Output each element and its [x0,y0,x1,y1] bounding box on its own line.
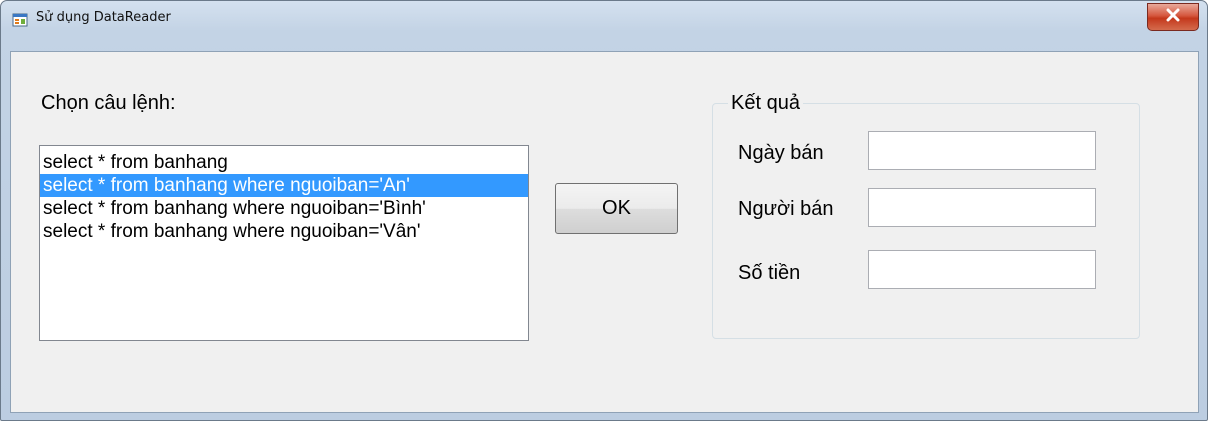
amount-label: Số tiền [738,262,801,284]
list-item[interactable]: select * from banhang where nguoiban='Bì… [40,197,528,220]
select-statement-label: Chọn câu lệnh: [41,92,176,114]
app-window: Sử dụng DataReader Chọn câu lệnh: select… [0,0,1208,421]
title-bar[interactable]: Sử dụng DataReader [1,1,1207,51]
window-title: Sử dụng DataReader [36,10,171,25]
form-icon [12,12,28,28]
list-item[interactable]: select * from banhang [40,151,528,174]
close-button[interactable] [1147,3,1199,31]
list-item-selected[interactable]: select * from banhang where nguoiban='An… [40,174,528,197]
seller-label: Người bán [738,198,834,220]
query-listbox[interactable]: select * from banhang select * from banh… [39,145,529,341]
sale-date-label: Ngày bán [738,142,824,164]
close-icon [1165,8,1181,27]
sale-date-field[interactable] [868,131,1096,170]
amount-field[interactable] [868,250,1096,289]
results-group-title: Kết quả [728,92,803,115]
form-client-area: Chọn câu lệnh: select * from banhang sel… [10,51,1199,413]
ok-button[interactable]: OK [555,183,678,234]
seller-field[interactable] [868,188,1096,227]
list-item[interactable]: select * from banhang where nguoiban='Vâ… [40,220,528,243]
